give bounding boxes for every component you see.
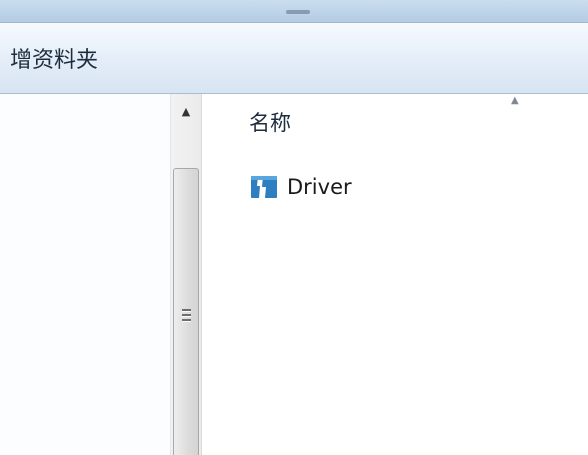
window-top-frame [0, 0, 588, 23]
file-list-pane: ▲ 名称 Driver [203, 94, 588, 455]
command-bar: 增资料夹 [0, 23, 588, 94]
file-name-label: Driver [287, 175, 352, 199]
navigation-pane[interactable] [0, 94, 170, 455]
file-item-driver[interactable]: Driver [249, 169, 352, 205]
scroll-up-button[interactable]: ▲ [171, 94, 201, 128]
driver-folder-icon [251, 176, 277, 198]
column-header-name[interactable]: 名称 [239, 106, 301, 138]
nav-pane-scrollbar[interactable]: ▲ [170, 94, 202, 455]
scroll-thumb[interactable] [173, 168, 199, 455]
scroll-thumb-grip-icon [182, 309, 191, 324]
sort-indicator-icon: ▲ [511, 95, 519, 106]
new-folder-button[interactable]: 增资料夹 [0, 35, 108, 81]
frame-grip [286, 10, 310, 14]
